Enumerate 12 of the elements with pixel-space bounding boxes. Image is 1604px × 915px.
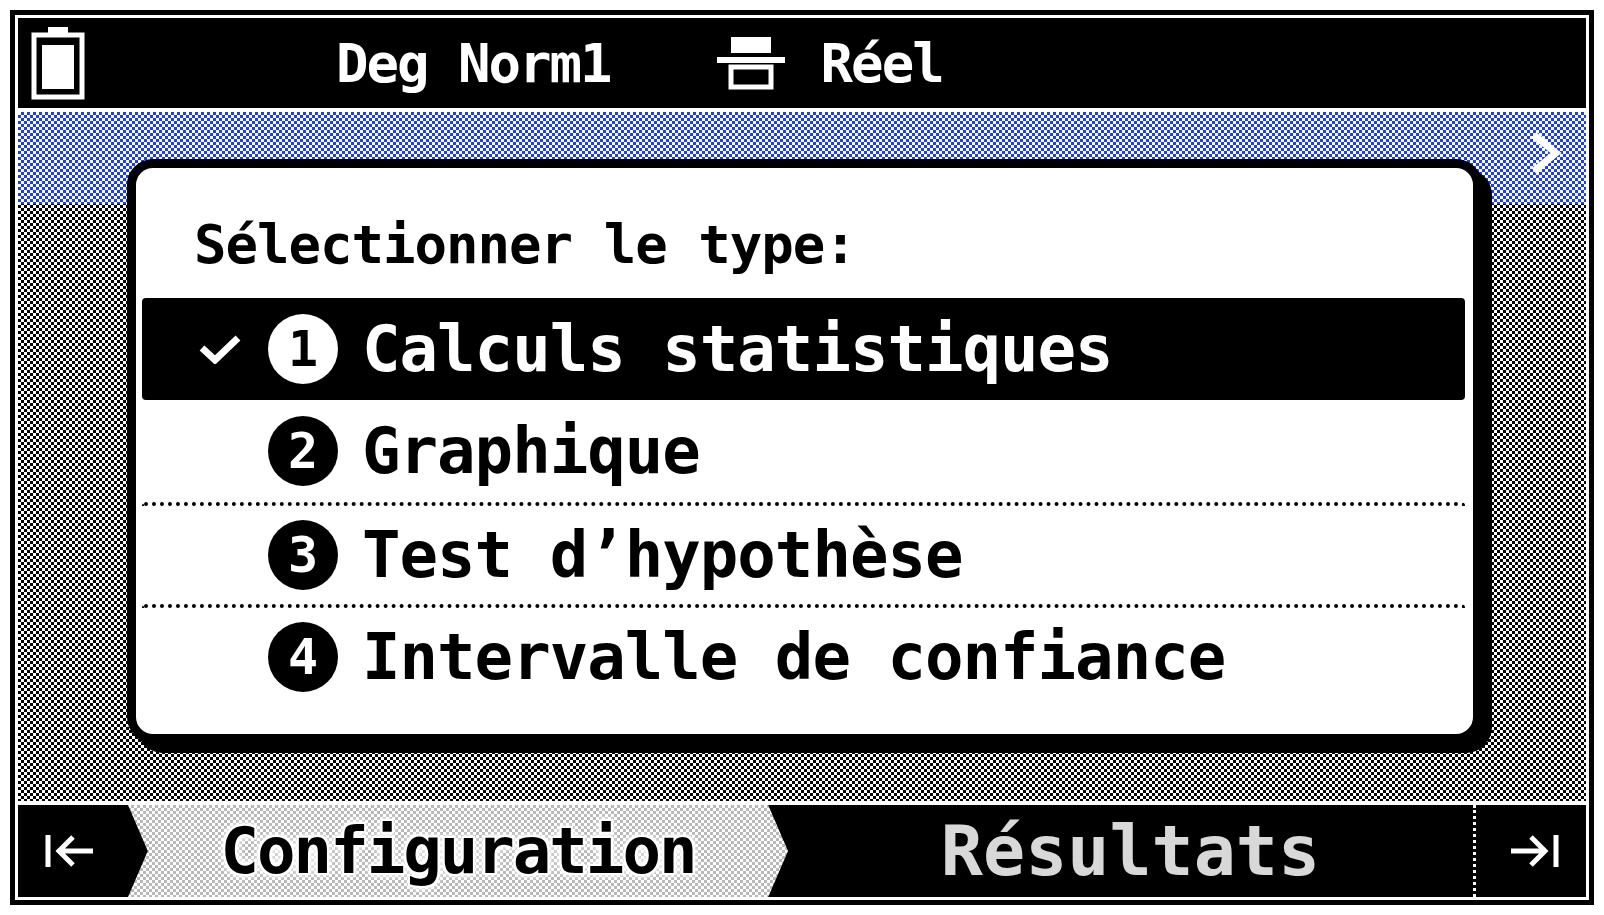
item-number: 1	[268, 314, 338, 384]
item-number: 4	[268, 622, 338, 692]
battery-icon	[30, 25, 86, 101]
display-icon	[714, 35, 787, 91]
mode-indicator: Deg Norm1	[336, 31, 611, 95]
number-format-indicator: Réel	[820, 31, 943, 95]
menu-item[interactable]: 1 Calculs statistiques	[142, 298, 1465, 400]
dialog-title: Sélectionner le type:	[193, 211, 857, 278]
item-number: 3	[268, 520, 338, 590]
checkmark-icon	[199, 334, 241, 364]
item-number: 2	[268, 416, 338, 486]
tab[interactable]: Configuration	[128, 805, 788, 897]
